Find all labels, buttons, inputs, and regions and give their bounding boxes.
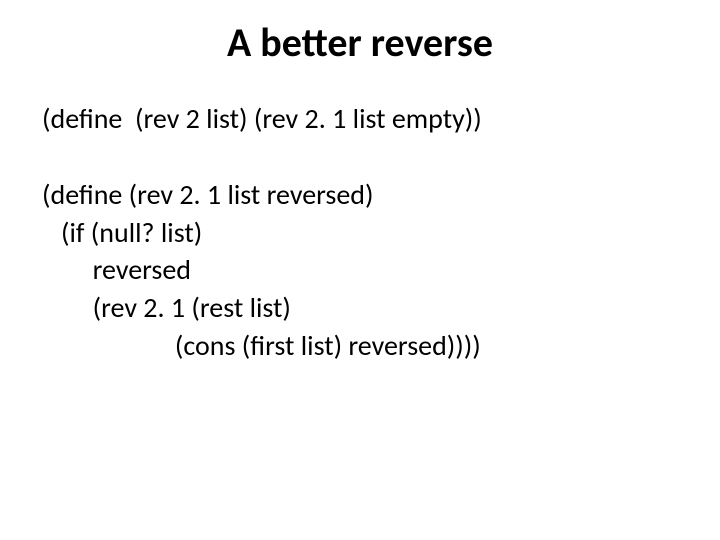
code-line: (define (rev 2. 1 list reversed) — [42, 176, 682, 214]
code-line: (rev 2. 1 (rest list) — [42, 289, 682, 327]
code-block: (define (rev 2 list) (rev 2. 1 list empt… — [42, 100, 682, 365]
slide-title: A better reverse — [0, 18, 720, 67]
code-line: (define (rev 2 list) (rev 2. 1 list empt… — [42, 100, 682, 138]
code-line: (cons (first list) reversed)))) — [42, 327, 682, 365]
code-line: (if (null? list) — [42, 214, 682, 252]
slide: A better reverse (define (rev 2 list) (r… — [0, 0, 720, 540]
blank-line — [42, 138, 682, 176]
code-line: reversed — [42, 251, 682, 289]
